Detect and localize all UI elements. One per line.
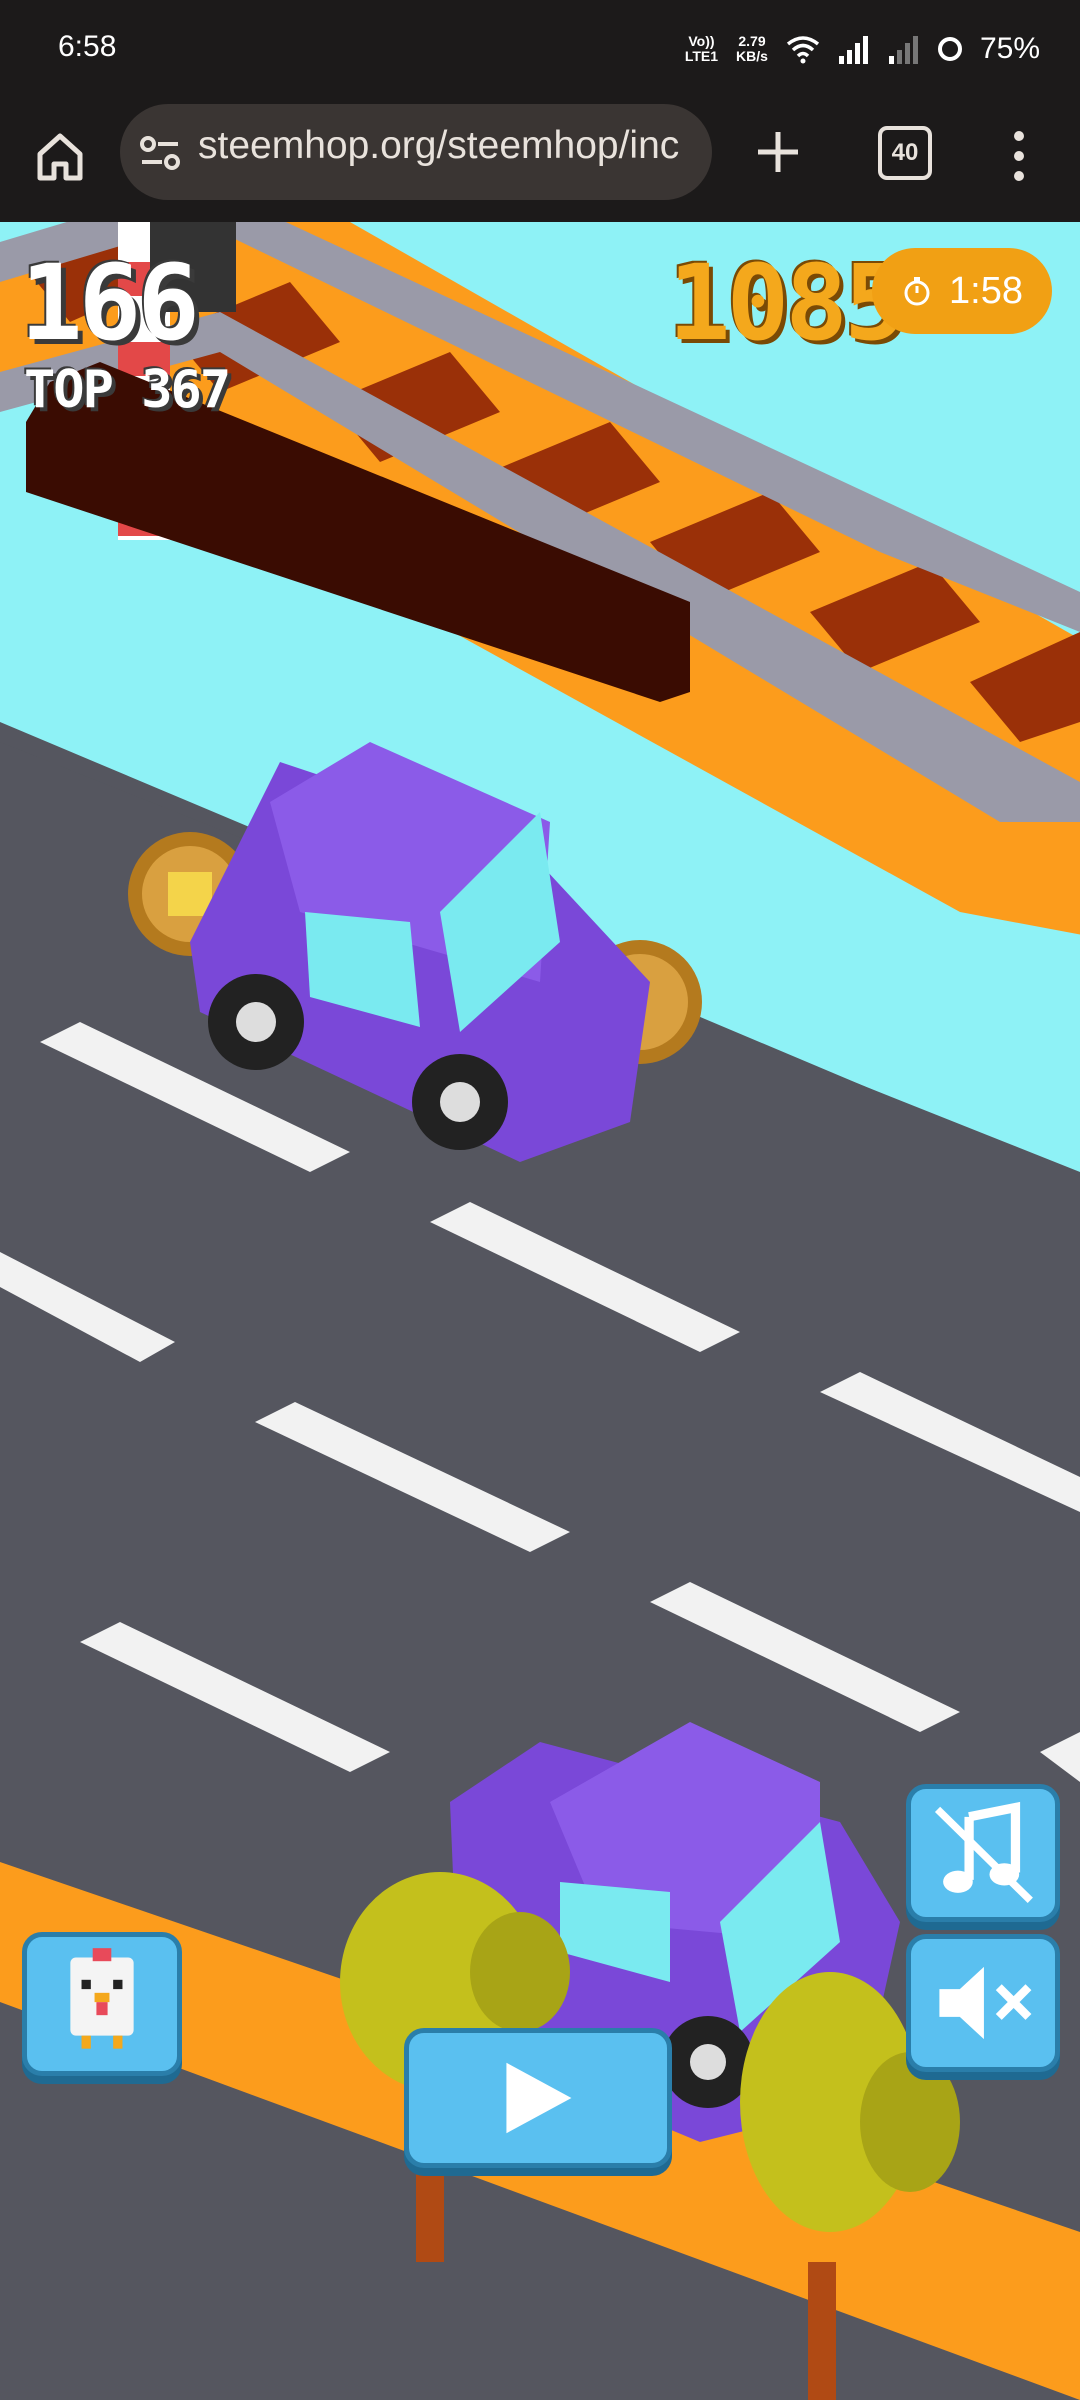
game-canvas[interactable]: 166 TOP 367 1085 1:58 bbox=[0, 222, 1080, 2400]
wifi-icon bbox=[786, 36, 820, 64]
battery-ring-icon bbox=[937, 37, 962, 61]
tab-switcher-icon[interactable]: 40 bbox=[878, 126, 932, 180]
new-tab-plus-icon[interactable] bbox=[748, 122, 808, 182]
battery-percent: 75% bbox=[979, 32, 1040, 65]
character-select-button[interactable] bbox=[22, 1932, 182, 2076]
play-button[interactable] bbox=[404, 2028, 672, 2168]
coin-counter: 1085 bbox=[668, 242, 906, 364]
sound-muted-button[interactable] bbox=[906, 1934, 1060, 2072]
home-icon[interactable] bbox=[30, 126, 90, 186]
play-icon bbox=[506, 2062, 572, 2134]
chicken-avatar-icon bbox=[70, 1948, 134, 2049]
music-muted-button[interactable] bbox=[906, 1784, 1060, 1922]
address-bar[interactable]: steemhop.org/steemhop/inc bbox=[120, 104, 712, 200]
status-icons: Vo)) LTE1 2.79 KB/s 75% bbox=[685, 24, 1040, 74]
speaker-muted-icon bbox=[939, 1966, 1032, 2040]
network-speed: 2.79 KB/s bbox=[736, 33, 768, 64]
signal-icon bbox=[838, 36, 868, 64]
music-off-icon bbox=[934, 1801, 1033, 1903]
status-bar: 6:58 Vo)) LTE1 2.79 KB/s 75% bbox=[0, 0, 1080, 98]
timer-text: 1:58 bbox=[949, 269, 1023, 312]
signal-weak-icon bbox=[888, 36, 918, 64]
status-time: 6:58 bbox=[58, 30, 117, 63]
top-score: TOP 367 bbox=[24, 360, 231, 420]
browser-toolbar: steemhop.org/steemhop/inc 40 bbox=[0, 98, 1080, 222]
timer-badge: 1:58 bbox=[872, 248, 1052, 334]
volte-indicator: Vo)) LTE1 bbox=[684, 33, 719, 64]
score-counter: 166 bbox=[20, 242, 200, 364]
stopwatch-icon bbox=[904, 277, 930, 306]
more-menu-icon[interactable] bbox=[1004, 126, 1034, 186]
url-text[interactable]: steemhop.org/steemhop/inc bbox=[198, 124, 698, 168]
site-settings-icon[interactable] bbox=[138, 131, 182, 175]
